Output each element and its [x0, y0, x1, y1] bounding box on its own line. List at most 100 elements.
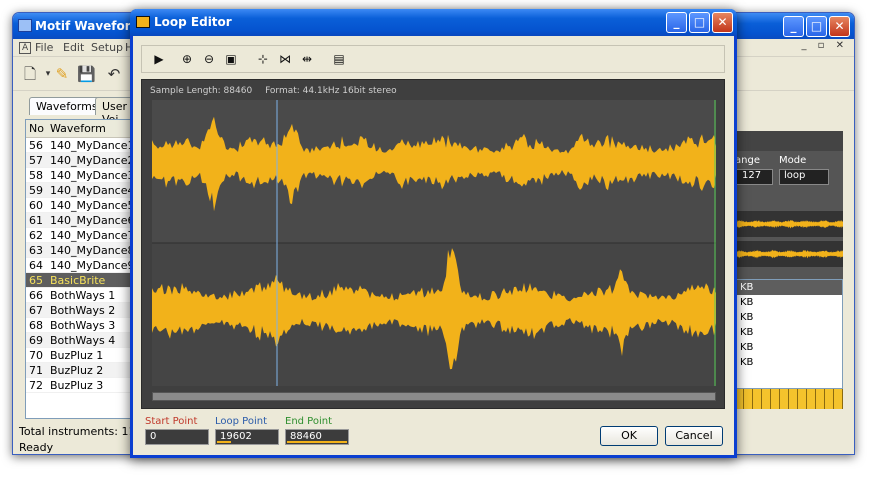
- status-text: Ready: [19, 441, 54, 454]
- table-header: No Waveform: [26, 120, 134, 138]
- table-row[interactable]: 70 BuzPluz 1: [26, 348, 134, 363]
- mode-label: Mode: [779, 155, 807, 166]
- right-panel: ange Mode 127 loop KB KB KB KB KB KB: [735, 113, 847, 413]
- size-list: KB KB KB KB KB KB: [735, 279, 843, 389]
- row-number: 68: [29, 319, 43, 332]
- zoom-out-icon[interactable]: ⊖: [200, 51, 218, 67]
- sample-length-label: Sample Length: 88460: [150, 86, 253, 96]
- save-icon[interactable]: 💾: [77, 65, 96, 83]
- menu-file[interactable]: File: [35, 41, 53, 54]
- close-button[interactable]: ✕: [829, 16, 850, 37]
- row-waveform-name: BothWays 2: [50, 304, 116, 317]
- close-button[interactable]: ✕: [712, 12, 733, 33]
- waveform-preview: [735, 211, 843, 237]
- mode-select[interactable]: loop: [779, 169, 829, 185]
- size-row[interactable]: KB: [736, 310, 842, 325]
- row-waveform-name: BuzPluz 3: [50, 379, 104, 392]
- ok-button[interactable]: OK: [600, 426, 658, 446]
- column-header-no[interactable]: No: [26, 120, 50, 137]
- row-waveform-name: 140_MyDance7.w: [50, 229, 134, 242]
- loop-marker-icon[interactable]: ⊹: [254, 51, 272, 67]
- envelope-icon[interactable]: ⋈: [276, 51, 294, 67]
- row-number: 59: [29, 184, 43, 197]
- row-number: 70: [29, 349, 43, 362]
- table-row[interactable]: 59 140_MyDance4.w: [26, 183, 134, 198]
- size-row[interactable]: KB: [736, 280, 842, 295]
- row-waveform-name: 140_MyDance6.w: [50, 214, 134, 227]
- size-row[interactable]: KB: [736, 325, 842, 340]
- row-waveform-name: BuzPluz 1: [50, 349, 104, 362]
- row-waveform-name: BuzPluz 2: [50, 364, 104, 377]
- loop-editor-icon: [136, 16, 150, 28]
- fit-window-icon[interactable]: ▤: [330, 51, 348, 67]
- row-waveform-name: 140_MyDance4.w: [50, 184, 134, 197]
- row-waveform-name: 140_MyDance9.w: [50, 259, 134, 272]
- end-point-indicator: [287, 441, 347, 443]
- waveform-preview-2: [735, 241, 843, 267]
- table-row[interactable]: 63 140_MyDance8.w: [26, 243, 134, 258]
- zoom-fit-icon[interactable]: ▣: [222, 51, 240, 67]
- range-field[interactable]: 127: [735, 169, 773, 185]
- size-row[interactable]: KB: [736, 355, 842, 370]
- tab-waveforms[interactable]: Waveforms: [29, 97, 105, 115]
- minimize-button[interactable]: _: [666, 12, 687, 33]
- row-number: 67: [29, 304, 43, 317]
- cancel-button[interactable]: Cancel: [665, 426, 723, 446]
- table-row[interactable]: 72 BuzPluz 3: [26, 378, 134, 393]
- loop-point-indicator: [217, 441, 231, 443]
- crossfade-icon[interactable]: ⇹: [298, 51, 316, 67]
- sample-info: Sample Length: 88460 Format: 44.1kHz 16b…: [150, 86, 407, 96]
- column-header-waveform[interactable]: Waveform: [50, 120, 134, 137]
- mdi-window-controls[interactable]: _ ▫ ✕: [801, 40, 848, 51]
- row-waveform-name: BothWays 4: [50, 334, 116, 347]
- table-row[interactable]: 69 BothWays 4: [26, 333, 134, 348]
- row-waveform-name: 140_MyDance1.w: [50, 139, 134, 152]
- zoom-in-icon[interactable]: ⊕: [178, 51, 196, 67]
- table-row[interactable]: 66 BothWays 1: [26, 288, 134, 303]
- size-row[interactable]: KB: [736, 295, 842, 310]
- format-label: Format: 44.1kHz 16bit stereo: [265, 86, 397, 96]
- table-row[interactable]: 60 140_MyDance5.w: [26, 198, 134, 213]
- table-row[interactable]: 57 140_MyDance2.w: [26, 153, 134, 168]
- maximize-button[interactable]: □: [806, 16, 827, 37]
- waveform-table: No Waveform 56 140_MyDance1.w 57 140_MyDanc…: [25, 119, 135, 419]
- row-waveform-name: 140_MyDance5.w: [50, 199, 134, 212]
- open-folder-icon[interactable]: ✎: [53, 65, 71, 83]
- waveform-canvas[interactable]: [152, 100, 716, 386]
- menu-edit[interactable]: Edit: [63, 41, 84, 54]
- table-row[interactable]: 68 BothWays 3: [26, 318, 134, 333]
- row-number: 72: [29, 379, 43, 392]
- row-waveform-name: 140_MyDance3.w: [50, 169, 134, 182]
- loop-editor-title-bar[interactable]: Loop Editor _ □ ✕: [130, 9, 737, 36]
- size-row[interactable]: KB: [736, 340, 842, 355]
- new-file-icon[interactable]: 🗋: [21, 65, 39, 83]
- maximize-button[interactable]: □: [689, 12, 710, 33]
- row-number: 60: [29, 199, 43, 212]
- mdi-doc-icon[interactable]: A: [19, 42, 32, 54]
- start-point-field[interactable]: 0: [145, 429, 209, 445]
- row-number: 56: [29, 139, 43, 152]
- table-row[interactable]: 67 BothWays 2: [26, 303, 134, 318]
- table-row[interactable]: 58 140_MyDance3.w: [26, 168, 134, 183]
- minimize-button[interactable]: _: [783, 16, 804, 37]
- table-row[interactable]: 61 140_MyDance6.w: [26, 213, 134, 228]
- table-row[interactable]: 71 BuzPluz 2: [26, 363, 134, 378]
- row-number: 63: [29, 244, 43, 257]
- loop-editor-title: Loop Editor: [154, 15, 232, 29]
- table-row[interactable]: 65 BasicBrite: [26, 273, 134, 288]
- loop-point-label: Loop Point: [215, 416, 267, 427]
- row-number: 69: [29, 334, 43, 347]
- waveforms-panel: Waveforms User Voi No Waveform 56140_MyD…: [19, 91, 137, 421]
- row-waveform-name: BothWays 1: [50, 289, 116, 302]
- undo-icon[interactable]: ↶: [105, 65, 123, 83]
- table-row[interactable]: 62 140_MyDance7.w: [26, 228, 134, 243]
- table-row[interactable]: 56 140_MyDance1.w: [26, 138, 134, 153]
- menu-setup[interactable]: Setup: [91, 41, 123, 54]
- keyboard-strip[interactable]: [735, 389, 843, 409]
- row-number: 57: [29, 154, 43, 167]
- row-number: 64: [29, 259, 43, 272]
- table-row[interactable]: 64 140_MyDance9.w: [26, 258, 134, 273]
- horizontal-scrollbar[interactable]: [152, 392, 716, 401]
- waveform-display[interactable]: Sample Length: 88460 Format: 44.1kHz 16b…: [141, 79, 725, 409]
- play-icon[interactable]: ▶: [150, 51, 168, 67]
